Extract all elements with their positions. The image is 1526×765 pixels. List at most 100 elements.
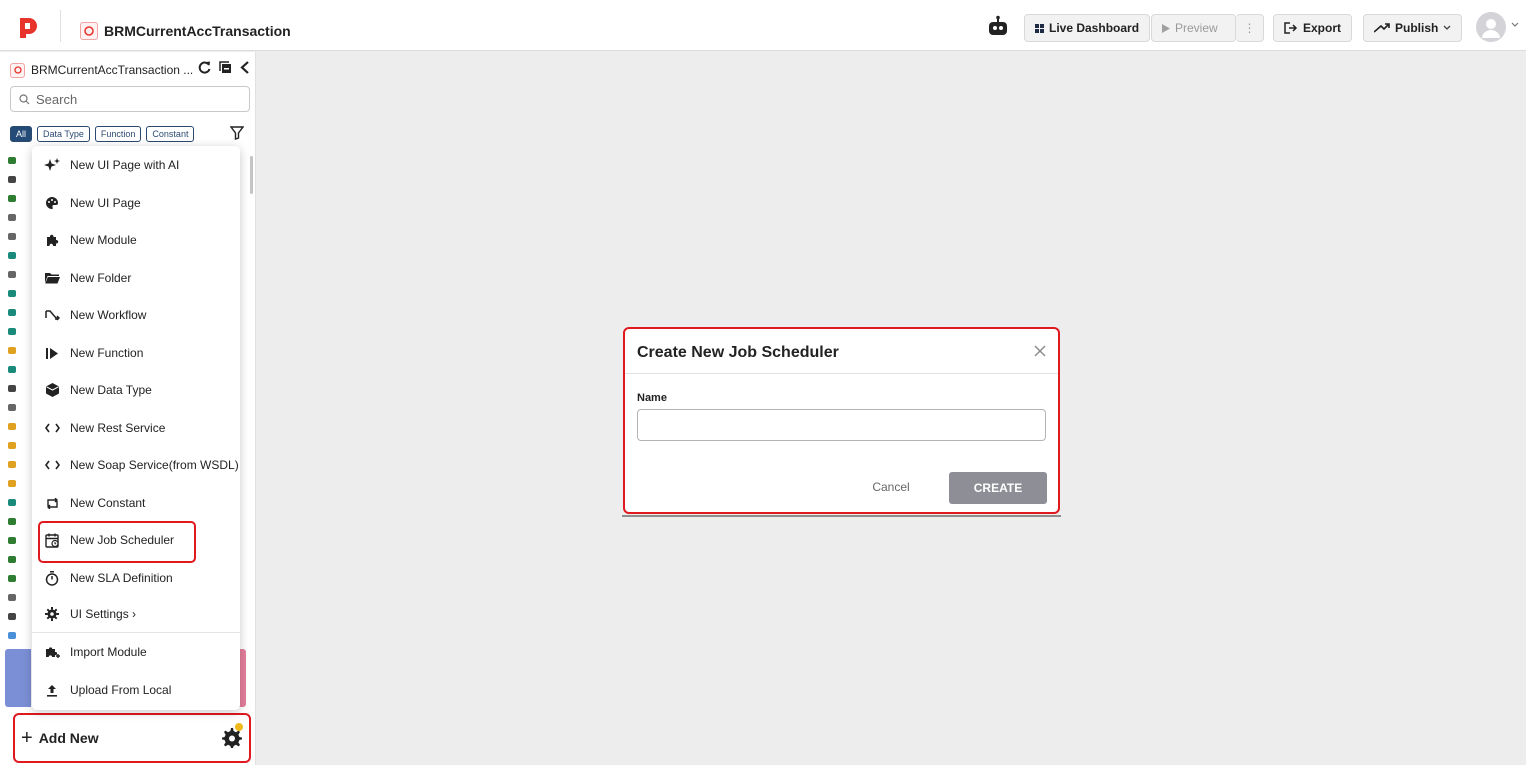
live-dashboard-label: Live Dashboard	[1049, 21, 1140, 35]
plus-icon: +	[21, 727, 33, 749]
tree-node-icon	[8, 423, 16, 430]
add-new-label: Add New	[38, 730, 99, 746]
chip-function[interactable]: Function	[94, 125, 142, 142]
cube-icon	[45, 383, 59, 397]
close-icon[interactable]	[1032, 343, 1048, 359]
menu-item-new-constant[interactable]: New Constant	[32, 486, 240, 520]
menu-divider	[32, 632, 240, 633]
chip-data-type[interactable]: Data Type	[37, 125, 90, 142]
chip-constant[interactable]: Constant	[146, 125, 195, 142]
menu-item-new-data-type[interactable]: New Data Type	[32, 373, 240, 407]
logo-icon[interactable]	[18, 16, 38, 38]
calendar-clock-icon	[44, 533, 59, 548]
tree-node-icon	[8, 309, 16, 316]
publish-label: Publish	[1395, 21, 1439, 35]
menu-item-label: UI Settings ›	[70, 607, 137, 621]
project-actions	[198, 61, 250, 74]
menu-item-new-function[interactable]: New Function	[32, 336, 240, 370]
tree-node-icon	[8, 404, 16, 411]
menu-item-label: New SLA Definition	[70, 571, 173, 585]
workflow-icon	[44, 310, 60, 321]
export-icon	[1284, 22, 1298, 34]
tree-node-icon	[8, 347, 16, 354]
dialog-title: Create New Job Scheduler	[637, 344, 839, 361]
gear-icon	[45, 607, 59, 621]
preview-label: Preview	[1175, 21, 1218, 35]
chevron-down-icon	[1443, 25, 1451, 30]
chip-all[interactable]: All	[10, 125, 33, 142]
tree-node-icon	[8, 594, 16, 601]
menu-item-label: New Module	[70, 233, 137, 247]
cancel-button[interactable]: Cancel	[861, 475, 921, 499]
dashboard-icon	[1035, 23, 1044, 33]
tree-node-icon	[8, 480, 16, 487]
name-input[interactable]	[637, 409, 1046, 441]
add-new-button[interactable]: + Add New	[13, 713, 251, 763]
function-icon	[46, 347, 58, 359]
settings-gear-button[interactable]	[221, 723, 243, 749]
divider	[60, 10, 61, 42]
dialog-divider	[625, 373, 1058, 374]
tree-node-icon	[8, 632, 16, 639]
publish-button[interactable]: Publish	[1363, 14, 1463, 42]
menu-item-new-ui-page-ai[interactable]: New UI Page with AI	[32, 148, 240, 182]
tree-node-icon	[8, 366, 16, 373]
live-dashboard-button[interactable]: Live Dashboard	[1024, 14, 1151, 42]
sparkle-icon	[44, 158, 60, 171]
notification-dot	[235, 723, 243, 731]
tree-node-icon	[8, 328, 16, 335]
menu-item-new-sla-definition[interactable]: New SLA Definition	[32, 561, 240, 595]
preview-button[interactable]: Preview	[1151, 14, 1236, 42]
dialog-underline	[622, 515, 1061, 517]
sidebar-blue-card	[5, 649, 31, 707]
tree-node-icon	[8, 613, 16, 620]
menu-item-new-job-scheduler[interactable]: New Job Scheduler	[32, 521, 240, 563]
constant-icon	[46, 497, 58, 509]
collapse-all-icon[interactable]	[219, 61, 232, 74]
publish-icon	[1374, 23, 1390, 33]
menu-item-ui-settings[interactable]: UI Settings ›	[32, 597, 240, 631]
menu-item-new-folder[interactable]: New Folder	[32, 261, 240, 295]
menu-item-new-workflow[interactable]: New Workflow	[32, 298, 240, 332]
tree-node-icon	[8, 499, 16, 506]
filter-icon[interactable]	[230, 126, 244, 140]
chevron-left-icon[interactable]	[240, 61, 250, 74]
more-icon: ⋮	[1243, 21, 1256, 35]
tree-node-icon	[8, 195, 16, 202]
tree-node-icon	[8, 233, 16, 240]
preview-more-button[interactable]: ⋮	[1236, 14, 1264, 42]
menu-item-label: New Data Type	[70, 383, 152, 397]
import-puzzle-icon	[45, 646, 60, 658]
menu-item-new-module[interactable]: New Module	[32, 223, 240, 257]
avatar-chevron-icon[interactable]	[1511, 22, 1519, 28]
search-icon	[19, 93, 30, 104]
name-label: Name	[637, 392, 667, 404]
menu-item-new-rest-service[interactable]: New Rest Service	[32, 411, 240, 445]
search-input[interactable]: Search	[10, 86, 250, 112]
menu-item-import-module[interactable]: Import Module	[32, 635, 240, 669]
menu-item-new-soap-service[interactable]: New Soap Service(from WSDL)	[32, 448, 240, 482]
project-row[interactable]: BRMCurrentAccTransaction ...	[10, 60, 250, 80]
app-title: BRMCurrentAccTransaction	[104, 23, 291, 39]
user-avatar-icon[interactable]	[1476, 12, 1506, 42]
menu-item-label: New Constant	[70, 496, 146, 510]
puzzle-icon	[46, 234, 58, 246]
sidebar-scrollbar[interactable]	[250, 156, 253, 194]
play-icon	[1162, 23, 1170, 33]
stopwatch-icon	[45, 570, 59, 586]
code-icon	[44, 423, 60, 433]
tree-node-icon	[8, 442, 16, 449]
create-button[interactable]: CREATE	[949, 472, 1047, 504]
menu-item-new-ui-page[interactable]: New UI Page	[32, 186, 240, 220]
tree-node-icon	[8, 271, 16, 278]
refresh-icon[interactable]	[198, 61, 211, 74]
menu-item-upload-from-local[interactable]: Upload From Local	[32, 673, 240, 707]
project-icon	[10, 62, 25, 78]
menu-item-label: New UI Page with AI	[70, 158, 180, 172]
project-name: BRMCurrentAccTransaction ...	[31, 63, 194, 77]
bot-icon[interactable]	[986, 15, 1010, 39]
palette-icon	[46, 197, 58, 209]
export-button[interactable]: Export	[1273, 14, 1353, 42]
menu-item-label: Import Module	[70, 645, 147, 659]
top-bar: BRMCurrentAccTransaction Live Dashboard …	[0, 0, 1526, 51]
